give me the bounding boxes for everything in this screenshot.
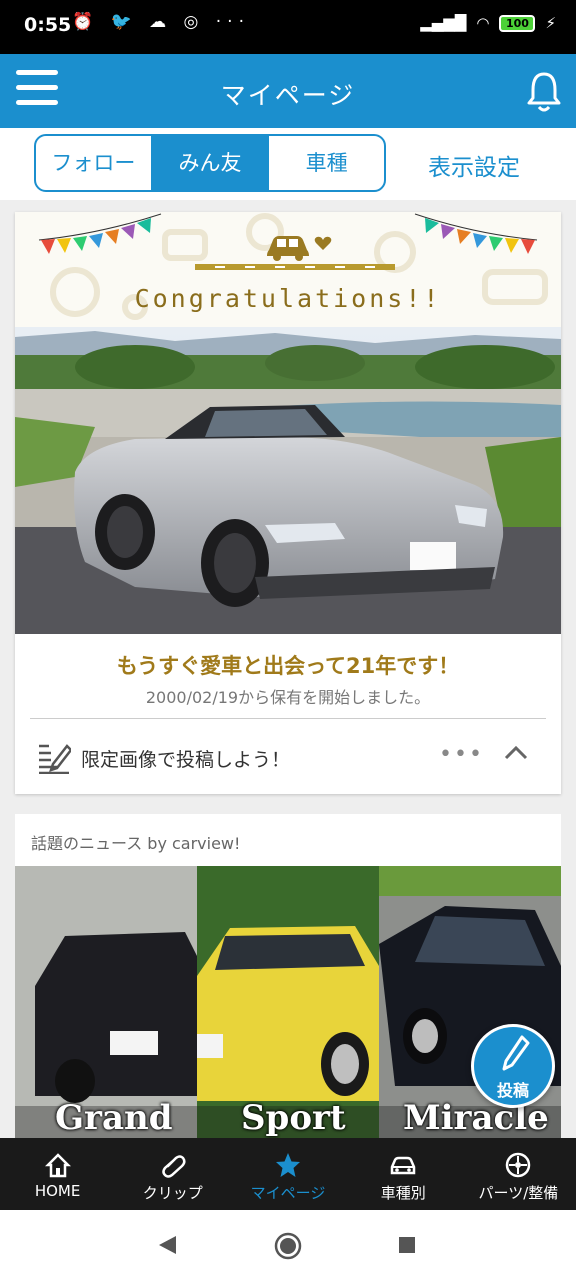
compose-icon [37,740,73,775]
display-settings-link[interactable]: 表示設定 [428,148,520,182]
anniversary-message: もうすぐ愛車と出会って21年です！ [116,654,460,678]
wifi-icon: ◠ [476,14,490,32]
nav-home-label: HOME [34,1182,81,1200]
home-icon [0,1152,115,1178]
tab-minnatomo[interactable]: みん友 [152,136,270,190]
nav-mypage-label: マイページ [250,1184,326,1202]
star-icon [230,1152,345,1178]
status-bar: 0:55 ⏰ 🐦 ☁ ◎ ··· ▂▄▆█ ◠ 100 ⚡ [0,0,576,54]
tab-car-model[interactable]: 車種 [269,136,384,190]
bottom-navigation: HOME クリップ マイページ 車種別 パーツ/整備 [0,1138,576,1210]
news-heading: 話題のニュース by carview! [31,834,241,853]
tab-follow[interactable]: フォロー [36,136,153,190]
nav-clip[interactable]: クリップ [115,1138,230,1210]
system-navigation-bar [0,1210,576,1280]
post-prompt-text[interactable]: 限定画像で投稿しよう！ [81,745,290,772]
page-title: マイページ [220,81,356,110]
nav-mypage[interactable]: マイページ [230,1138,345,1210]
post-prompt-row: 限定画像で投稿しよう！ ••• [15,722,561,794]
car-icon [346,1152,461,1178]
charging-icon: ⚡ [545,14,556,32]
pencil-icon [502,1035,530,1071]
chevron-up-icon[interactable] [503,740,529,766]
home-circle-icon[interactable] [274,1232,302,1260]
nav-parts[interactable]: パーツ/整備 [461,1138,576,1210]
nav-car-type-label: 車種別 [380,1184,426,1202]
recents-icon[interactable] [398,1236,416,1254]
congrats-text: Congratulations!! [134,284,442,313]
battery-icon: 100 [499,14,536,32]
bell-icon[interactable] [526,70,562,114]
congrats-banner: Congratulations!! [15,212,561,327]
more-options-icon[interactable]: ••• [439,742,484,767]
news-panel-title-1: Grand [55,1098,173,1138]
back-icon[interactable] [156,1234,178,1256]
system-icons: ▂▄▆█ ◠ 100 ⚡ [420,14,556,32]
news-image[interactable]: Grand Sport Miracle [15,866,561,1144]
car-heart-icon [267,236,332,261]
app-header: マイページ [0,54,576,128]
news-panel-title-2: Sport [241,1098,346,1138]
fab-label: 投稿 [496,1081,529,1100]
car-photo [15,327,561,634]
card-divider [30,718,546,719]
status-time: 0:55 [24,14,72,36]
ownership-start-text: 2000/02/19から保有を開始しました。 [145,688,431,707]
nav-clip-label: クリップ [142,1184,203,1202]
paperclip-icon [115,1152,230,1178]
tab-bar: フォロー みん友 車種 表示設定 [0,128,576,200]
nav-parts-label: パーツ/整備 [478,1184,559,1202]
congrats-card: Congratulations!! もうすぐ愛車と出会って21年です！ 2000… [15,212,561,794]
wheel-icon [461,1152,576,1178]
nav-car-type[interactable]: 車種別 [346,1138,461,1210]
post-fab-button[interactable]: 投稿 [471,1024,555,1108]
segmented-control: フォロー みん友 車種 [34,134,386,192]
signal-icon: ▂▄▆█ [420,14,467,32]
nav-home[interactable]: HOME [0,1138,115,1210]
notification-icons: ⏰ 🐦 ☁ ◎ ··· [72,12,250,32]
